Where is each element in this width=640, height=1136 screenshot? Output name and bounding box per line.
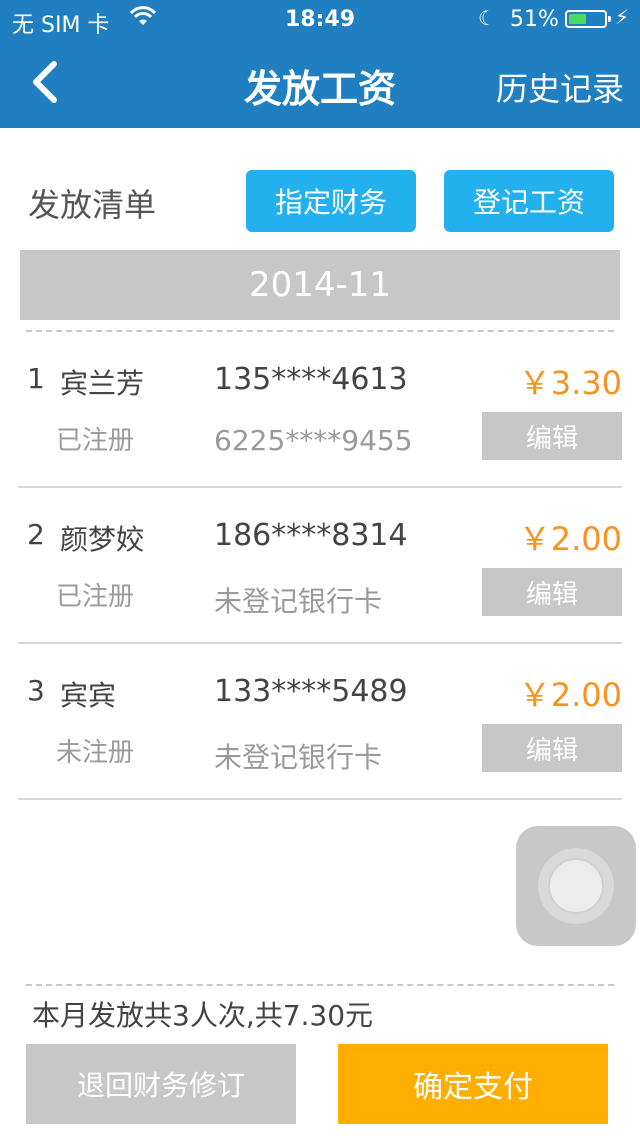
history-button[interactable]: 历史记录 bbox=[496, 64, 624, 110]
bank-card: 未登记银行卡 bbox=[214, 585, 383, 618]
bank-card: 6225****9455 bbox=[214, 424, 413, 457]
assistive-touch-icon[interactable] bbox=[516, 826, 636, 946]
registration-status: 已注册 bbox=[56, 582, 135, 612]
return-for-revision-button[interactable]: 退回财务修订 bbox=[26, 1044, 296, 1124]
edit-button[interactable]: 编辑 bbox=[482, 568, 622, 616]
payee-phone: 133****5489 bbox=[214, 674, 408, 709]
registration-status: 未注册 bbox=[56, 738, 135, 768]
battery-percent: 51% bbox=[510, 7, 559, 32]
confirm-payment-button[interactable]: 确定支付 bbox=[338, 1044, 608, 1124]
payee-phone: 135****4613 bbox=[214, 362, 408, 397]
battery-icon bbox=[565, 10, 611, 28]
register-salary-button[interactable]: 登记工资 bbox=[444, 170, 614, 232]
payee-row: 2 颜梦姣 186****8314 ￥2.00 已注册 未登记银行卡 编辑 bbox=[18, 488, 622, 644]
payee-name: 颜梦姣 bbox=[60, 523, 145, 556]
payee-name: 宾兰芳 bbox=[60, 367, 145, 400]
month-header: 2014-11 bbox=[20, 250, 620, 320]
payee-phone: 186****8314 bbox=[214, 518, 408, 553]
bank-card: 未登记银行卡 bbox=[214, 741, 383, 774]
payee-amount: ￥3.30 bbox=[518, 364, 622, 402]
payee-index: 2 bbox=[27, 518, 45, 551]
edit-button[interactable]: 编辑 bbox=[482, 412, 622, 460]
moon-icon: ☾ bbox=[478, 6, 496, 30]
payee-row: 1 宾兰芳 135****4613 ￥3.30 已注册 6225****9455… bbox=[18, 332, 622, 488]
bolt-icon: ⚡ bbox=[615, 5, 630, 29]
divider bbox=[26, 984, 614, 986]
payment-summary: 本月发放共3人次,共7.30元 bbox=[32, 999, 374, 1032]
list-title: 发放清单 bbox=[28, 186, 157, 224]
assign-finance-button[interactable]: 指定财务 bbox=[246, 170, 416, 232]
header: 无 SIM 卡 18:49 ☾ 51% ⚡ 发放工资 历史记录 bbox=[0, 0, 640, 128]
payee-row: 3 宾宾 133****5489 ￥2.00 未注册 未登记银行卡 编辑 bbox=[18, 644, 622, 800]
edit-button[interactable]: 编辑 bbox=[482, 724, 622, 772]
payee-index: 3 bbox=[27, 674, 45, 707]
payee-amount: ￥2.00 bbox=[518, 676, 622, 714]
payee-amount: ￥2.00 bbox=[518, 520, 622, 558]
payee-name: 宾宾 bbox=[60, 679, 117, 712]
status-bar: 无 SIM 卡 18:49 ☾ 51% ⚡ bbox=[0, 0, 640, 40]
registration-status: 已注册 bbox=[56, 426, 135, 456]
payee-index: 1 bbox=[27, 362, 45, 395]
